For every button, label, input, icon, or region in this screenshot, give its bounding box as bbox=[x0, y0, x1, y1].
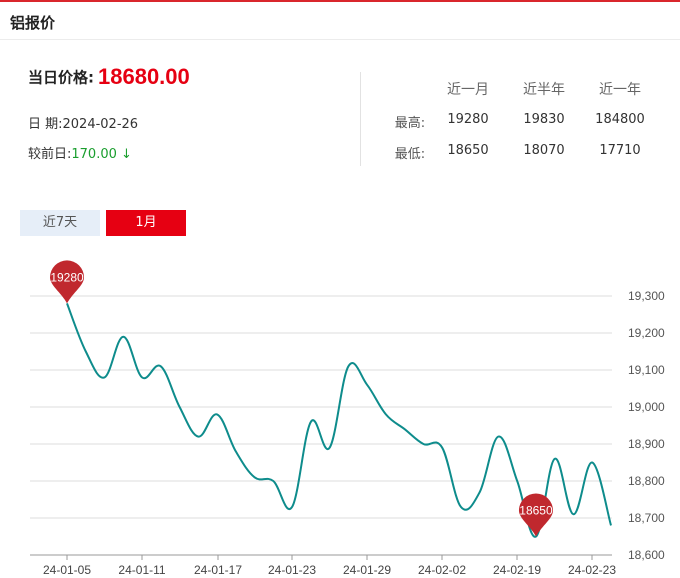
stats-header-1y: 近一年 bbox=[599, 82, 641, 98]
stats-high-6m: 19830 bbox=[523, 112, 565, 127]
price-value: 18680.00 bbox=[98, 64, 190, 89]
change-label: 较前日: bbox=[28, 147, 72, 162]
x-tick-label: 24-02-19 bbox=[493, 563, 541, 577]
vertical-divider bbox=[360, 72, 361, 166]
tab-7-days[interactable]: 近7天 bbox=[20, 210, 100, 236]
down-arrow-icon: ↓ bbox=[121, 147, 132, 162]
y-tick-label: 19,000 bbox=[628, 400, 665, 414]
stats-row-low-label: 最低: bbox=[394, 147, 426, 162]
panel-title: 铝报价 bbox=[10, 14, 56, 32]
y-axis-labels: 18,600 18,700 18,800 18,900 19,000 19,100 19,2… bbox=[628, 289, 665, 562]
x-tick-label: 24-01-11 bbox=[118, 563, 165, 577]
stats-low-6m: 18070 bbox=[523, 143, 565, 158]
y-tick-label: 18,900 bbox=[628, 437, 665, 451]
y-tick-label: 18,700 bbox=[628, 511, 665, 525]
y-tick-label: 19,200 bbox=[628, 326, 665, 340]
stats-low-1y: 17710 bbox=[599, 143, 641, 158]
y-tick-label: 19,100 bbox=[628, 363, 665, 377]
stats-header-1m: 近一月 bbox=[447, 82, 489, 98]
price-line-chart: 18,600 18,700 18,800 18,900 19,000 19,100 19,2… bbox=[30, 260, 665, 577]
x-tick-label: 24-01-17 bbox=[194, 563, 242, 577]
min-point-marker: 18650 bbox=[518, 493, 553, 537]
change-row: 较前日:170.00 ↓ bbox=[28, 143, 132, 162]
x-tick-label: 24-01-05 bbox=[43, 563, 91, 577]
stats-header-6m: 近半年 bbox=[523, 82, 565, 98]
max-point-marker: 19280 bbox=[50, 260, 84, 304]
change-value: 170.00 bbox=[71, 147, 117, 162]
price-label: 当日价格: bbox=[28, 68, 94, 87]
stats-high-1y: 184800 bbox=[595, 112, 645, 127]
panel-header: 铝报价 bbox=[0, 2, 680, 40]
x-tick-label: 24-02-02 bbox=[418, 563, 466, 577]
marker-label: 18650 bbox=[519, 504, 553, 518]
marker-label: 19280 bbox=[50, 270, 84, 284]
y-tick-label: 18,800 bbox=[628, 474, 665, 488]
stats-low-1m: 18650 bbox=[447, 143, 489, 158]
x-tick-label: 24-01-23 bbox=[268, 563, 316, 577]
stats-row-high-label: 最高: bbox=[394, 116, 426, 131]
y-tick-label: 18,600 bbox=[628, 548, 665, 562]
x-axis: 24-01-05 24-01-11 24-01-17 24-01-23 24-01-29… bbox=[43, 555, 616, 577]
date-value: 2024-02-26 bbox=[62, 117, 139, 132]
x-tick-label: 24-01-29 bbox=[343, 563, 391, 577]
stats-high-1m: 19280 bbox=[447, 112, 489, 127]
today-price: 当日价格: 18680.00 bbox=[28, 64, 190, 90]
y-tick-label: 19,300 bbox=[628, 289, 665, 303]
x-tick-label: 24-02-23 bbox=[568, 563, 616, 577]
tab-1-month[interactable]: 1月 bbox=[106, 210, 186, 236]
date-row: 日 期:2024-02-26 bbox=[28, 113, 138, 132]
date-label: 日 期: bbox=[28, 117, 63, 132]
